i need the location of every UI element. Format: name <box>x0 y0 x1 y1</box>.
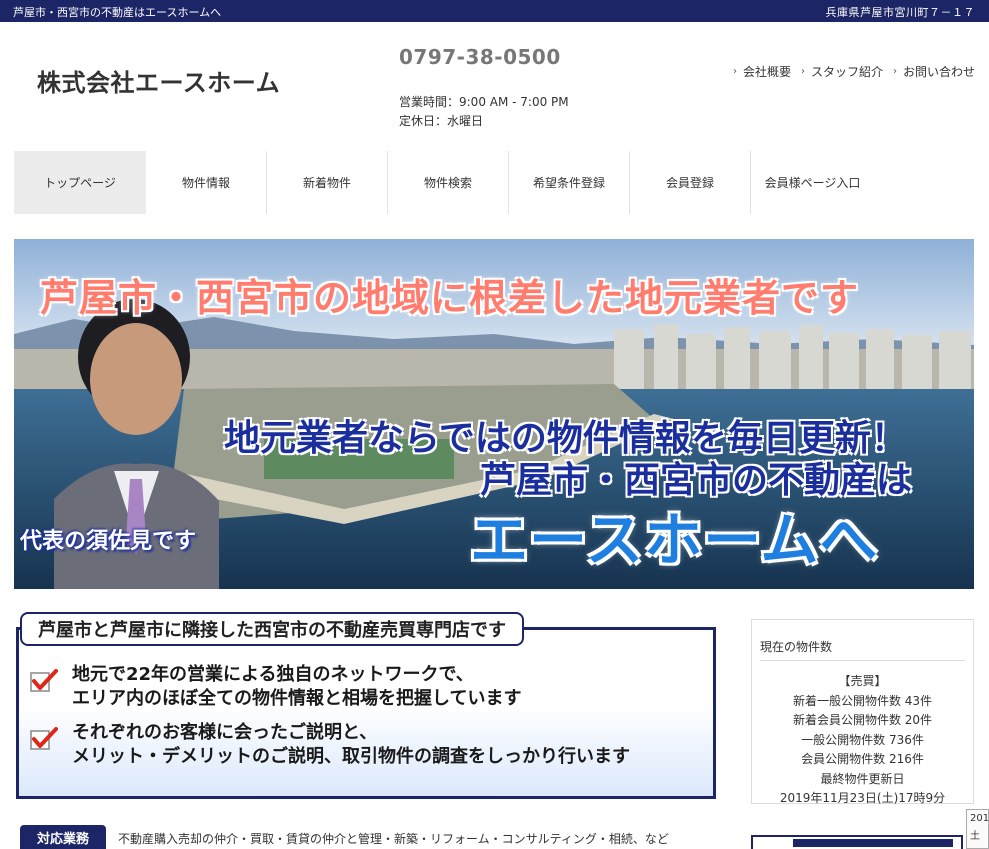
sidebar-banner[interactable] <box>751 835 963 849</box>
feature-point-line: エリア内のほぼ全ての物件情報と相場を把握しています <box>72 688 522 709</box>
header-link-label: 会社概要 <box>742 65 791 79</box>
checkmark-icon <box>30 727 58 750</box>
hero-caption: 代表の須佐見です <box>20 529 197 554</box>
checkmark-icon <box>30 669 58 692</box>
divider <box>760 660 965 661</box>
business-text: 不動産購入売却の仲介・買取・賃貸の仲介と管理・新築・リフォーム・コンサルティング… <box>118 832 669 846</box>
stock-public: 一般公開物件数 736件 <box>801 732 924 747</box>
feature-point-line: それぞれのお客様に会ったご説明と、 <box>72 722 378 743</box>
stock-category: 【売買】 <box>838 674 887 688</box>
feature-point: 地元で22年の営業による独自のネットワークで、 エリア内のほぼ全ての物件情報と相… <box>30 663 521 711</box>
date-widget-line: 201 <box>970 813 989 824</box>
feature-box <box>16 627 716 799</box>
phone-number[interactable]: 0797-38-0500 <box>399 45 561 69</box>
company-logo[interactable]: 株式会社エースホーム <box>37 63 280 98</box>
nav-item-member-register[interactable]: 会員登録 <box>630 151 751 214</box>
nav-item-member-login[interactable]: 会員様ページ入口 <box>751 151 874 214</box>
top-bar: 芦屋市・西宮市の不動産はエースホームへ 兵庫県芦屋市宮川町７－１７ <box>0 0 989 22</box>
date-widget-line: 土曜 <box>970 831 980 842</box>
chevron-right-icon: › <box>732 66 737 77</box>
feature-heading: 芦屋市と芦屋市に隣接した西宮市の不動産売買専門店です <box>20 612 524 646</box>
chevron-right-icon: › <box>800 66 805 77</box>
nav-item-search[interactable]: 物件検索 <box>388 151 509 214</box>
feature-point-line: 地元で22年の営業による独自のネットワークで、 <box>72 664 474 685</box>
stock-title: 現在の物件数 <box>760 640 833 654</box>
site-tagline: 芦屋市・西宮市の不動産はエースホームへ <box>13 6 222 19</box>
business-hours: 営業時間：9:00 AM - 7:00 PM <box>399 95 569 109</box>
closed-day: 定休日：水曜日 <box>399 114 484 128</box>
stock-updated-label: 最終物件更新日 <box>820 771 905 786</box>
feature-point: それぞれのお客様に会ったご説明と、 メリット・デメリットのご説明、取引物件の調査… <box>30 721 630 769</box>
business-label: 対応業務 <box>20 825 106 849</box>
header-link-contact[interactable]: › お問い合わせ <box>893 63 975 80</box>
hero-headline: 芦屋市・西宮市の地域に根差した地元業者です <box>40 276 860 320</box>
nav-item-wish-register[interactable]: 希望条件登録 <box>509 151 630 214</box>
stock-updated-date: 2019年11月23日(土)17時9分 <box>779 791 946 805</box>
stock-member: 会員公開物件数 216件 <box>801 752 924 766</box>
nav-item-properties[interactable]: 物件情報 <box>146 151 267 214</box>
hero-banner: 芦屋市・西宮市の地域に根差した地元業者です 地元業者ならではの物件情報を毎日更新… <box>14 239 974 589</box>
nav-item-top[interactable]: トップページ <box>14 151 146 214</box>
header-link-label: お問い合わせ <box>902 65 975 79</box>
header-link-staff[interactable]: › スタッフ紹介 <box>801 63 883 80</box>
company-address: 兵庫県芦屋市宮川町７－１７ <box>825 6 975 19</box>
chevron-right-icon: › <box>892 66 897 77</box>
stock-count-box: 現在の物件数 【売買】 新着一般公開物件数 43件 新着会員公開物件数 20件 … <box>751 619 974 805</box>
hero-brand: エースホームへ <box>470 506 879 574</box>
stock-new-member: 新着会員公開物件数 20件 <box>792 713 933 727</box>
nav-item-new[interactable]: 新着物件 <box>267 151 388 214</box>
stock-new-public: 新着一般公開物件数 43件 <box>792 693 933 708</box>
header-link-label: スタッフ紹介 <box>810 65 883 79</box>
feature-point-line: メリット・デメリットのご説明、取引物件の調査をしっかり行います <box>72 746 630 767</box>
header-link-company[interactable]: › 会社概要 <box>733 63 791 80</box>
date-widget: 201 土曜 <box>966 809 989 849</box>
main-nav: トップページ 物件情報 新着物件 物件検索 希望条件登録 会員登録 会員様ページ… <box>14 151 974 214</box>
header-links: › 会社概要 › スタッフ紹介 › お問い合わせ <box>733 63 975 80</box>
